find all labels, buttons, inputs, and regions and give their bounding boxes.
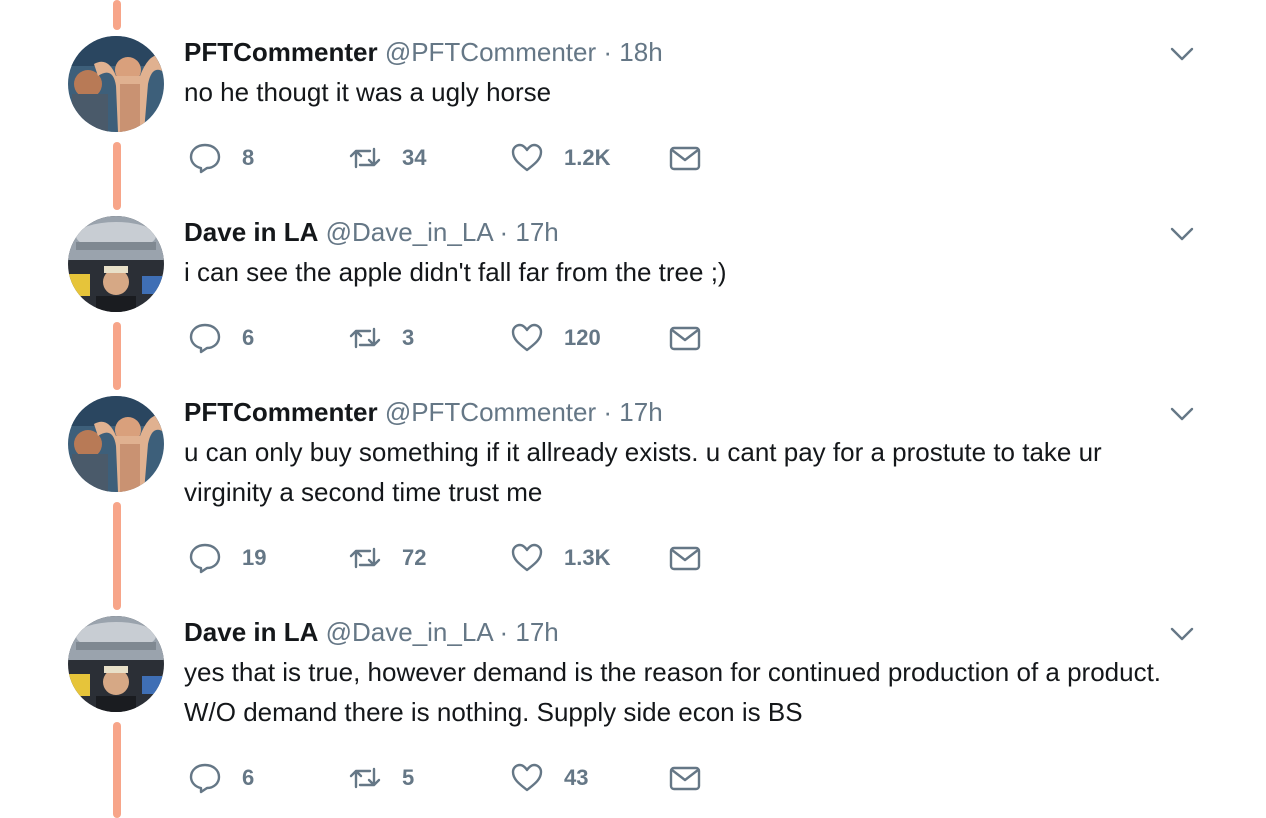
- like-count: 43: [564, 765, 589, 790]
- tweet-actions: 6 3 120: [188, 318, 788, 358]
- like-count: 1.2K: [564, 145, 611, 170]
- author-handle[interactable]: @Dave_in_LA: [326, 617, 493, 647]
- envelope-icon: [668, 761, 702, 795]
- reply-button[interactable]: 19: [188, 538, 266, 578]
- like-count: 120: [564, 325, 601, 350]
- author-name[interactable]: Dave in LA: [184, 617, 318, 647]
- tweet-header: Dave in LA @Dave_in_LA · 17h: [184, 216, 1194, 248]
- thread-connector-line: [113, 0, 121, 30]
- retweet-arrows-icon: [348, 541, 382, 575]
- retweet-arrows-icon: [348, 321, 382, 355]
- heart-icon: [510, 321, 544, 355]
- author-name[interactable]: PFTCommenter: [184, 37, 378, 67]
- direct-message-button[interactable]: [668, 318, 702, 358]
- chevron-down-icon[interactable]: [1168, 220, 1196, 248]
- reply-count: 8: [242, 145, 255, 170]
- author-name[interactable]: PFTCommenter: [184, 397, 378, 427]
- reply-count: 6: [242, 765, 255, 790]
- chevron-down-icon[interactable]: [1168, 400, 1196, 428]
- reply-count: 6: [242, 325, 255, 350]
- separator-dot: ·: [603, 37, 613, 67]
- tweet-actions: 8 34 1.2K: [188, 138, 788, 178]
- tweet-actions: 19 72 1.3K: [188, 538, 788, 578]
- retweet-count: 34: [402, 145, 427, 170]
- like-button[interactable]: 120: [510, 318, 601, 358]
- retweet-count: 3: [402, 325, 415, 350]
- like-button[interactable]: 43: [510, 758, 588, 798]
- direct-message-button[interactable]: [668, 138, 702, 178]
- thread-connector-line: [113, 502, 121, 610]
- chevron-down-icon[interactable]: [1168, 620, 1196, 648]
- reply-button[interactable]: 6: [188, 318, 254, 358]
- separator-dot: ·: [603, 397, 613, 427]
- tweet-content: PFTCommenter @PFTCommenter · 18h no he t…: [184, 36, 1194, 112]
- tweet-timestamp[interactable]: 18h: [619, 37, 662, 67]
- tweet-text: no he thougt it was a ugly horse: [184, 77, 552, 107]
- tweet-timestamp[interactable]: 17h: [619, 397, 662, 427]
- envelope-icon: [668, 541, 702, 575]
- reply-bubble-icon: [188, 761, 222, 795]
- tweet-header: Dave in LA @Dave_in_LA · 17h: [184, 616, 1194, 648]
- retweet-button[interactable]: 34: [348, 138, 426, 178]
- retweet-button[interactable]: 3: [348, 318, 414, 358]
- author-name[interactable]: Dave in LA: [184, 217, 318, 247]
- tweet-content: Dave in LA @Dave_in_LA · 17h i can see t…: [184, 216, 1194, 292]
- heart-icon: [510, 761, 544, 795]
- author-handle[interactable]: @Dave_in_LA: [326, 217, 493, 247]
- like-count: 1.3K: [564, 545, 611, 570]
- conversation-thread: PFTCommenter @PFTCommenter · 18h no he t…: [0, 0, 1266, 818]
- reply-button[interactable]: 6: [188, 758, 254, 798]
- tweet-actions: 6 5 43: [188, 758, 788, 798]
- reply-bubble-icon: [188, 541, 222, 575]
- thread-connector-line: [113, 322, 121, 390]
- heart-icon: [510, 541, 544, 575]
- tweet-content: Dave in LA @Dave_in_LA · 17h yes that is…: [184, 616, 1194, 732]
- retweet-button[interactable]: 5: [348, 758, 414, 798]
- reply-button[interactable]: 8: [188, 138, 254, 178]
- separator-dot: ·: [499, 217, 509, 247]
- retweet-arrows-icon: [348, 141, 382, 175]
- author-handle[interactable]: @PFTCommenter: [385, 397, 596, 427]
- tweet-text: i can see the apple didn't fall far from…: [184, 257, 727, 287]
- retweet-count: 72: [402, 545, 427, 570]
- like-button[interactable]: 1.3K: [510, 538, 610, 578]
- reply-count: 19: [242, 545, 267, 570]
- thread-connector-line: [113, 142, 121, 210]
- tweet-header: PFTCommenter @PFTCommenter · 17h: [184, 396, 1194, 428]
- direct-message-button[interactable]: [668, 538, 702, 578]
- tweet-text: u can only buy something if it allready …: [184, 437, 1102, 507]
- separator-dot: ·: [499, 617, 509, 647]
- tweet-timestamp[interactable]: 17h: [515, 217, 558, 247]
- avatar-pftcommenter[interactable]: [68, 396, 164, 492]
- retweet-count: 5: [402, 765, 415, 790]
- author-handle[interactable]: @PFTCommenter: [385, 37, 596, 67]
- avatar-pftcommenter[interactable]: [68, 36, 164, 132]
- like-button[interactable]: 1.2K: [510, 138, 610, 178]
- envelope-icon: [668, 321, 702, 355]
- reply-bubble-icon: [188, 141, 222, 175]
- reply-bubble-icon: [188, 321, 222, 355]
- retweet-arrows-icon: [348, 761, 382, 795]
- heart-icon: [510, 141, 544, 175]
- envelope-icon: [668, 141, 702, 175]
- avatar-dave-in-la[interactable]: [68, 616, 164, 712]
- direct-message-button[interactable]: [668, 758, 702, 798]
- thread-connector-line: [113, 722, 121, 818]
- tweet-text: yes that is true, however demand is the …: [184, 657, 1162, 727]
- chevron-down-icon[interactable]: [1168, 40, 1196, 68]
- avatar-dave-in-la[interactable]: [68, 216, 164, 312]
- tweet-timestamp[interactable]: 17h: [515, 617, 558, 647]
- retweet-button[interactable]: 72: [348, 538, 426, 578]
- tweet-header: PFTCommenter @PFTCommenter · 18h: [184, 36, 1194, 68]
- tweet-content: PFTCommenter @PFTCommenter · 17h u can o…: [184, 396, 1194, 512]
